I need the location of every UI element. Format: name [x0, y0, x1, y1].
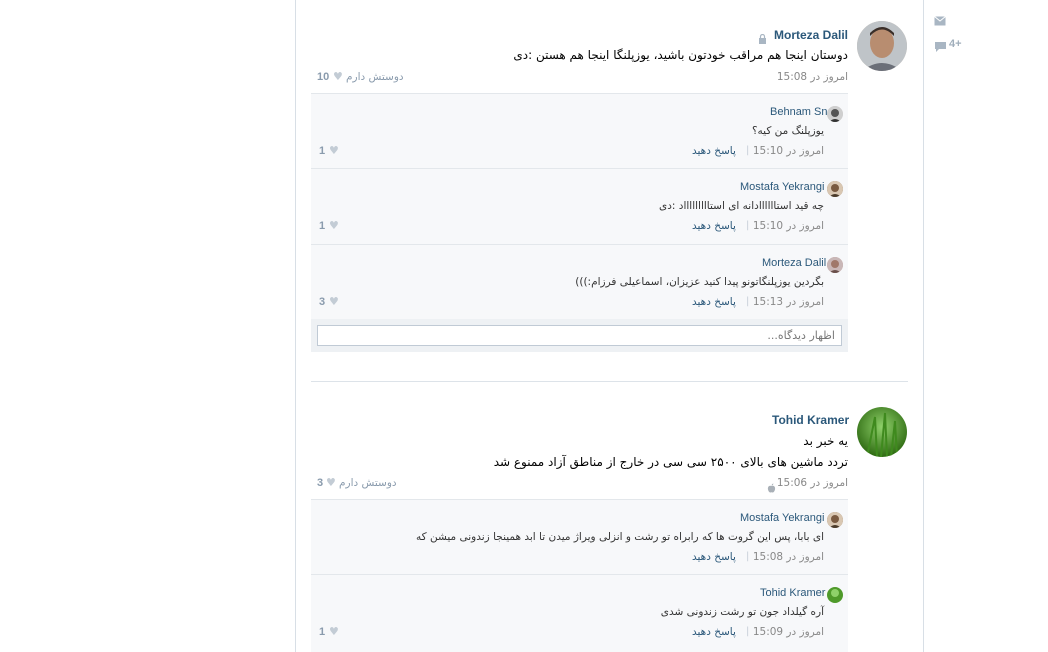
- comment-timestamp[interactable]: امروز در 15:09: [753, 626, 824, 638]
- heart-icon[interactable]: ♥: [329, 625, 339, 638]
- comment-author-name[interactable]: Morteza Dalil: [762, 257, 826, 269]
- comment-text: ای بابا، پس این گروت ها که رابراه تو رشت…: [416, 531, 824, 543]
- comment-timestamp[interactable]: امروز در 15:10: [753, 220, 824, 232]
- comment-timestamp[interactable]: امروز در 15:13: [753, 296, 824, 308]
- separator: |: [746, 626, 750, 637]
- separator: |: [746, 551, 750, 562]
- post-timestamp[interactable]: امروز در 15:06: [777, 477, 848, 489]
- reply-link[interactable]: پاسخ دهید: [692, 220, 736, 232]
- reply-link[interactable]: پاسخ دهید: [692, 551, 736, 563]
- comment-timestamp[interactable]: امروز در 15:10: [753, 145, 824, 157]
- post-divider: [311, 381, 908, 382]
- post-text: دوستان اینجا هم مراقب خودتون باشید، یوزپ…: [513, 48, 848, 62]
- comment-like-count[interactable]: 1: [319, 220, 325, 232]
- separator: |: [746, 220, 750, 231]
- post-like-count[interactable]: 3: [317, 477, 323, 489]
- comment-author-avatar[interactable]: [827, 106, 843, 122]
- speech-bubble-icon[interactable]: [934, 38, 947, 57]
- separator: |: [746, 145, 750, 156]
- comment-input[interactable]: اظهار دیدگاه...: [317, 325, 842, 346]
- separator: |: [746, 296, 750, 307]
- comment-divider: [311, 574, 848, 575]
- comment-divider: [311, 244, 848, 245]
- comment-author-avatar[interactable]: [827, 512, 843, 528]
- comment-text: آره گیلداد جون تو رشت زندونی شدی: [660, 606, 824, 618]
- post-author-avatar[interactable]: [857, 21, 907, 71]
- lock-icon: [758, 29, 767, 48]
- comment-text: یوزپلنگ من کیه؟: [751, 125, 824, 137]
- post-like-label[interactable]: دوستش دارم: [339, 477, 397, 489]
- post-like-label[interactable]: دوستش دارم: [346, 71, 404, 83]
- reply-link[interactable]: پاسخ دهید: [692, 296, 736, 308]
- comment-author-name[interactable]: Behnam Sn: [770, 106, 827, 118]
- post-text-line-1: یه خبر بد: [803, 434, 848, 448]
- comment-text: چه قید استاااااادانه ای استاااااااااد :د…: [659, 200, 824, 212]
- reply-link[interactable]: پاسخ دهید: [692, 145, 736, 157]
- comment-like-count[interactable]: 3: [319, 296, 325, 308]
- comment-like-count[interactable]: 1: [319, 626, 325, 638]
- comment-author-avatar[interactable]: [827, 587, 843, 603]
- comment-author-avatar[interactable]: [827, 257, 843, 273]
- envelope-icon[interactable]: [934, 11, 946, 30]
- post-author-avatar[interactable]: [857, 407, 907, 457]
- heart-icon[interactable]: ♥: [326, 476, 336, 489]
- heart-icon[interactable]: ♥: [329, 295, 339, 308]
- reply-link[interactable]: پاسخ دهید: [692, 626, 736, 638]
- content-left-border: [295, 0, 296, 652]
- comments-counter[interactable]: 4+: [949, 38, 962, 50]
- post-timestamp[interactable]: امروز در 15:08: [777, 71, 848, 83]
- post-like-count[interactable]: 10: [317, 71, 329, 83]
- heart-icon[interactable]: ♥: [333, 70, 343, 83]
- comment-text: بگردین یوزپلنگاتونو پیدا کنید عزیزان، اس…: [575, 276, 824, 288]
- post-author-name[interactable]: Tohid Kramer: [772, 413, 849, 427]
- heart-icon[interactable]: ♥: [329, 219, 339, 232]
- comment-like-count[interactable]: 1: [319, 145, 325, 157]
- post-author-name[interactable]: Morteza Dalil: [774, 28, 848, 42]
- comment-author-avatar[interactable]: [827, 181, 843, 197]
- heart-icon[interactable]: ♥: [329, 144, 339, 157]
- comment-timestamp[interactable]: امروز در 15:08: [753, 551, 824, 563]
- apple-icon: [767, 478, 776, 497]
- comment-author-name[interactable]: Mostafa Yekrangi: [740, 512, 824, 524]
- post-text-line-2: تردد ماشین های بالای ۲۵۰۰ سی سی در خارج …: [493, 455, 848, 469]
- comment-divider: [311, 168, 848, 169]
- comment-author-name[interactable]: Mostafa Yekrangi: [740, 181, 824, 193]
- comment-author-name[interactable]: Tohid Kramer: [760, 587, 825, 599]
- content-right-border: [923, 0, 924, 652]
